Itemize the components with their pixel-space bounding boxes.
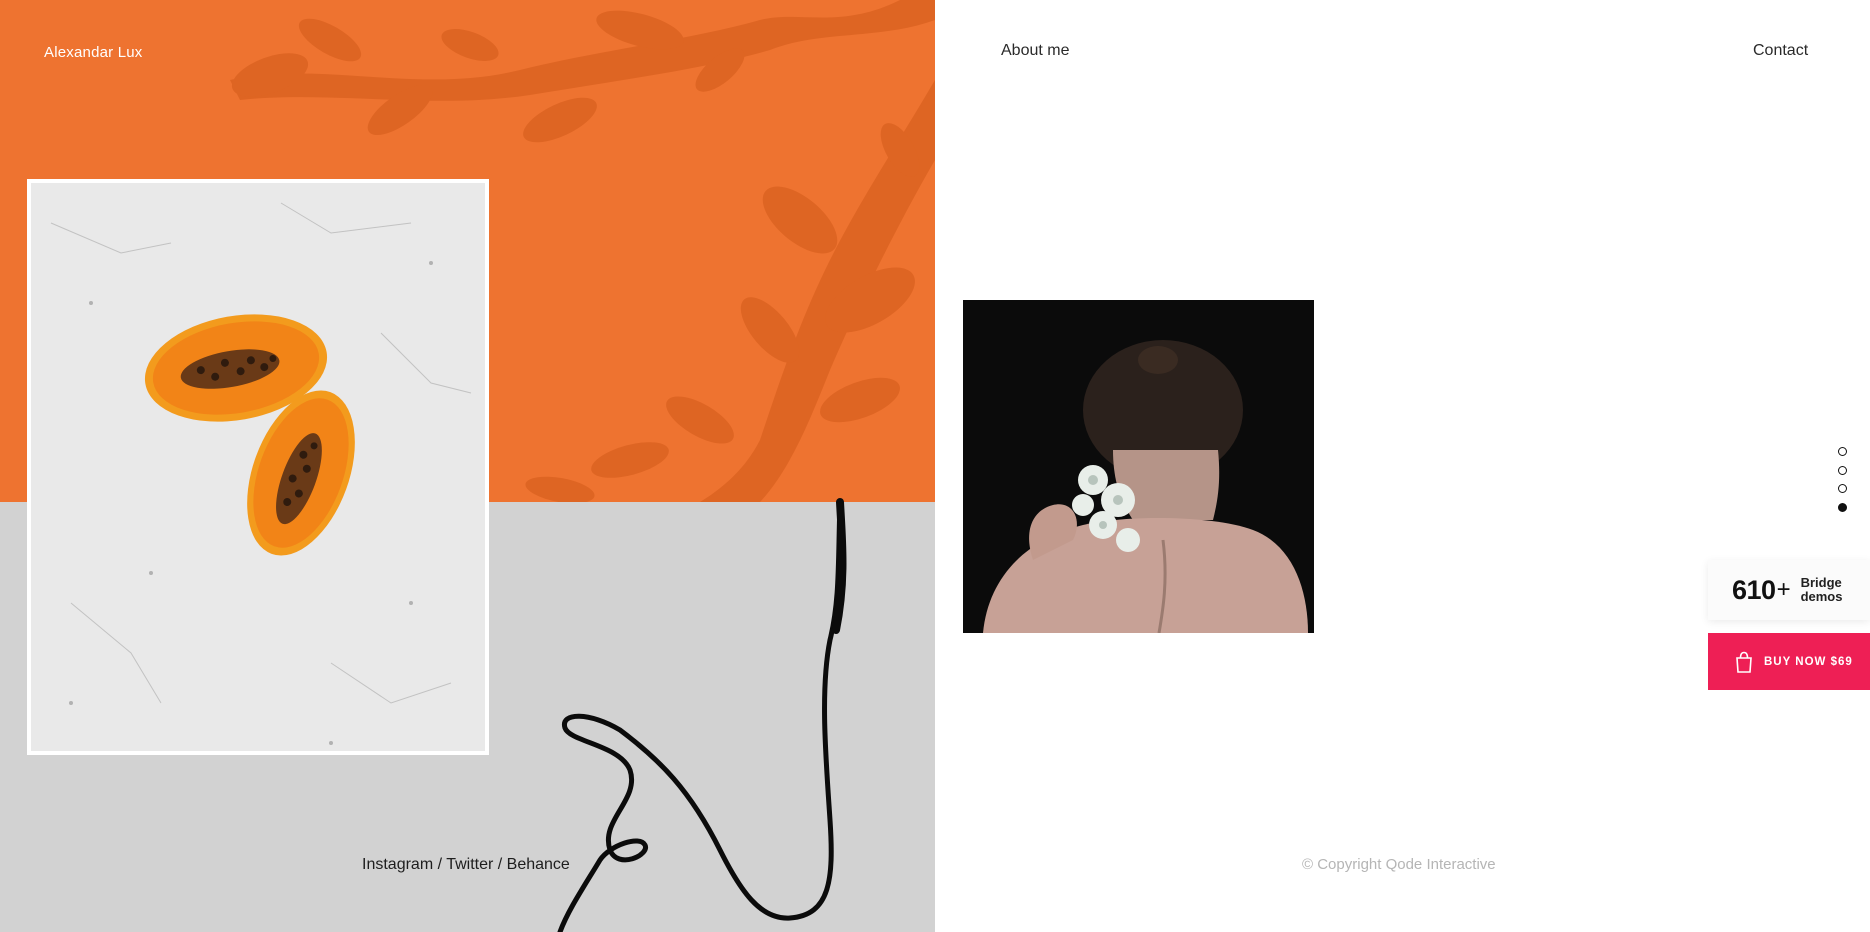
papaya-photo [27,179,489,755]
demos-label-line2: demos [1800,589,1843,604]
demos-plus: + [1776,576,1791,603]
slider-dot[interactable] [1838,465,1847,475]
demos-badge[interactable]: 610 + Bridge demos [1708,560,1870,620]
slider-pagination [1838,447,1850,521]
nav-contact[interactable]: Contact [1753,42,1808,60]
shopping-bag-icon [1736,651,1752,673]
slider-dot-active[interactable] [1838,502,1847,512]
buy-now-label: BUY NOW $69 [1764,655,1853,668]
copyright-text: © Copyright Qode Interactive [1302,856,1496,873]
social-links[interactable]: Instagram / Twitter / Behance [362,856,570,874]
demos-label: Bridge demos [1801,576,1843,604]
nav-about-me[interactable]: About me [1001,42,1069,60]
woman-with-flower-photo [963,300,1314,633]
buy-now-button[interactable]: BUY NOW $69 [1708,633,1870,690]
site-logo-text[interactable]: Alexandar Lux [44,44,143,61]
slider-dot[interactable] [1838,447,1847,456]
demos-count: 610 [1732,574,1776,605]
slider-dot[interactable] [1838,484,1847,493]
demos-label-line1: Bridge [1800,575,1842,590]
